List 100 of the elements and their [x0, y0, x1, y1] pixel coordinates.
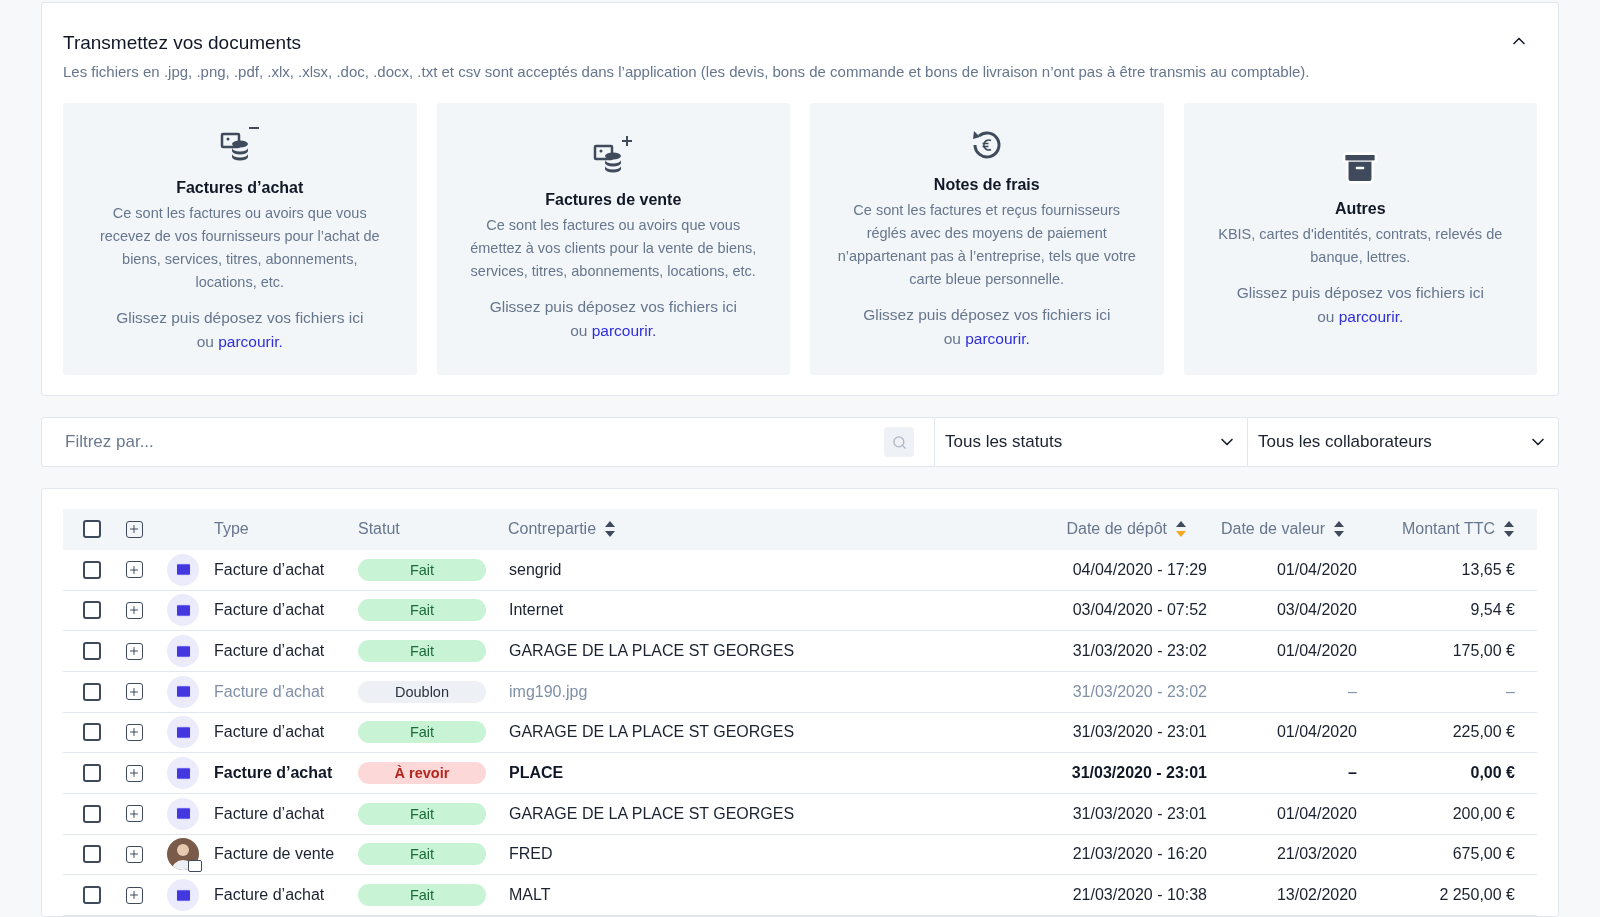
type-cell-text: Facture d’achat — [214, 559, 326, 580]
column-header[interactable]: Montant TTC — [1401, 517, 1495, 542]
checkbox[interactable] — [83, 642, 101, 661]
drop-zone[interactable] — [63, 103, 417, 376]
value-date-cell-text: – — [1348, 681, 1357, 702]
column-header[interactable]: Statut — [358, 517, 400, 542]
status-badge: Fait — [358, 640, 486, 663]
type-cell-text: Facture d’achat — [214, 722, 326, 743]
deposit-date-cell-text: 21/03/2020 - 10:38 — [1072, 885, 1207, 906]
amount-cell-text: 675,00 € — [1452, 844, 1515, 865]
counterpart-cell-text: GARAGE DE LA PLACE ST GEORGES — [508, 803, 796, 824]
expand-plus-icon[interactable] — [125, 601, 143, 619]
expand-plus-icon[interactable] — [125, 886, 143, 904]
value-date-cell-text: 01/04/2020 — [1276, 803, 1357, 824]
browse-link[interactable]: parcourir. — [218, 333, 283, 351]
category-title: Factures d’achat — [176, 178, 304, 199]
type-cell-text: Facture d’achat — [214, 641, 326, 662]
mail-icon — [167, 553, 199, 586]
expand-plus-icon[interactable] — [125, 845, 143, 863]
checkbox[interactable] — [83, 845, 101, 864]
expand-plus-icon[interactable] — [125, 683, 143, 701]
status-badge: Fait — [358, 843, 486, 866]
checkbox[interactable] — [83, 723, 101, 742]
category-description: KBIS, cartes d'identités, contrats, relevés de banque, lettres. — [1217, 225, 1504, 268]
value-date-cell-text: 01/04/2020 — [1276, 722, 1357, 743]
deposit-date-cell-text: 31/03/2020 - 23:02 — [1072, 681, 1207, 702]
column-header[interactable]: Contrepartie — [508, 517, 597, 542]
drop-instruction: Glissez puis déposez vos fichiers ici ou parcourir. — [115, 308, 365, 353]
deposit-date-cell-text: 31/03/2020 - 23:01 — [1072, 803, 1207, 824]
deposit-date-cell-text: 31/03/2020 - 23:01 — [1072, 722, 1207, 743]
deposit-date-cell-text: 31/03/2020 - 23:02 — [1072, 641, 1207, 662]
drop-zone[interactable]: Autres KBIS, cartes d'identités, contrats, relevés de banque, lettres. Glissez puis déposez vos fichiers ici ou parcourir. — [1183, 103, 1537, 376]
counterpart-cell-text: MALT — [508, 885, 552, 906]
column-header[interactable]: Date de dépôt — [1066, 517, 1167, 542]
type-cell-text: Facture d’achat — [214, 803, 326, 824]
drop-zone[interactable] — [810, 103, 1164, 376]
column-header[interactable]: Type — [214, 517, 249, 542]
status-dropdown[interactable]: Tous les statuts — [935, 417, 1247, 467]
status-badge: Fait — [358, 721, 486, 744]
panel-title: Transmettez vos documents — [63, 31, 302, 55]
deposit-date-cell-text: 21/03/2020 - 16:20 — [1072, 844, 1207, 865]
status-badge: À revoir — [358, 762, 486, 785]
deposit-date-cell-text: 03/04/2020 - 07:52 — [1072, 600, 1207, 621]
counterpart-cell-text: PLACE — [508, 763, 565, 784]
mail-icon — [167, 757, 199, 790]
status-badge: Fait — [358, 802, 486, 825]
amount-cell-text: 9,54 € — [1470, 600, 1515, 621]
type-cell-text: Facture de vente — [214, 844, 336, 865]
drop-instruction: Glissez puis déposez vos fichiers ici ou parcourir. — [488, 296, 738, 341]
value-date-cell-text: – — [1348, 763, 1357, 784]
amount-cell-text: 0,00 € — [1470, 763, 1515, 784]
expand-plus-icon[interactable] — [125, 805, 143, 823]
search-field[interactable]: Filtrez par... — [41, 417, 935, 467]
checkbox[interactable] — [83, 560, 101, 579]
checkbox[interactable] — [83, 520, 101, 539]
drop-instruction: Glissez puis déposez vos fichiers ici ou parcourir. — [1235, 283, 1485, 328]
category-title: Notes de frais — [933, 175, 1040, 196]
panel-subtitle: Les fichiers en .jpg, .png, .pdf, .xlx, .xlsx, .doc, .docx, .txt et csv sont acceptés dans l’application (les devis, bons de commande et bons de livraison n’ont pas à être transmis au comptable). — [63, 61, 1310, 82]
amount-cell-text: 13,65 € — [1461, 559, 1515, 580]
deposit-date-cell-text: 31/03/2020 - 23:01 — [1071, 763, 1207, 784]
counterpart-cell-text: img190.jpg — [508, 681, 589, 702]
checkbox[interactable] — [83, 601, 101, 620]
amount-cell-text: – — [1506, 681, 1515, 702]
type-cell-text: Facture d’achat — [214, 600, 326, 621]
type-cell-text: Facture d’achat — [214, 885, 326, 906]
expand-plus-icon[interactable] — [125, 642, 143, 660]
status-badge: Fait — [358, 599, 486, 622]
value-date-cell-text: 13/02/2020 — [1276, 885, 1357, 906]
expand-plus-icon[interactable] — [125, 520, 143, 538]
mail-icon — [167, 594, 199, 627]
category-description: Ce sont les factures ou avoirs que vous recevez de vos fournisseurs pour l’achat de biens, services, titres, abonnements, locations, etc. — [98, 204, 381, 293]
checkbox[interactable] — [83, 764, 101, 783]
counterpart-cell-text: Internet — [508, 600, 565, 621]
column-header[interactable]: Date de valeur — [1220, 517, 1325, 542]
expand-plus-icon[interactable] — [125, 764, 143, 782]
browse-link[interactable]: parcourir. — [1338, 308, 1404, 326]
value-date-cell-text: 03/04/2020 — [1276, 600, 1357, 621]
checkbox[interactable] — [83, 682, 101, 701]
mail-icon — [167, 716, 199, 749]
amount-cell-text: 175,00 € — [1452, 641, 1515, 662]
amount-cell-text: 200,00 € — [1452, 803, 1515, 824]
mail-icon — [167, 635, 199, 668]
checkbox[interactable] — [83, 804, 101, 823]
expand-plus-icon[interactable] — [125, 723, 143, 741]
type-cell-text: Facture d’achat — [214, 681, 326, 702]
mail-icon — [167, 797, 199, 830]
category-description: Ce sont les factures et reçus fournisseurs réglés avec des moyens de paiement n’appartenant pas à l’entreprise, tels que votre carte bleue personnelle. — [836, 201, 1137, 290]
category-title: Autres — [1334, 199, 1386, 220]
browse-link[interactable]: parcourir. — [965, 330, 1030, 348]
browse-link[interactable]: parcourir. — [591, 321, 657, 339]
counterpart-cell-text: FRED — [508, 844, 554, 865]
drop-zone[interactable] — [436, 103, 790, 376]
expand-plus-icon[interactable] — [125, 561, 143, 579]
deposit-date-cell-text: 04/04/2020 - 17:29 — [1072, 559, 1207, 580]
collaborator-dropdown[interactable]: Tous les collaborateurs — [1247, 417, 1559, 467]
type-cell-text: Facture d’achat — [214, 763, 334, 784]
drop-instruction: Glissez puis déposez vos fichiers ici ou parcourir. — [862, 305, 1112, 350]
checkbox[interactable] — [83, 886, 101, 905]
category-description: Ce sont les factures ou avoirs que vous émettez à vos clients pour la vente de biens, services, titres, abonnements, locations, etc. — [469, 215, 758, 281]
counterpart-cell-text: GARAGE DE LA PLACE ST GEORGES — [508, 722, 796, 743]
